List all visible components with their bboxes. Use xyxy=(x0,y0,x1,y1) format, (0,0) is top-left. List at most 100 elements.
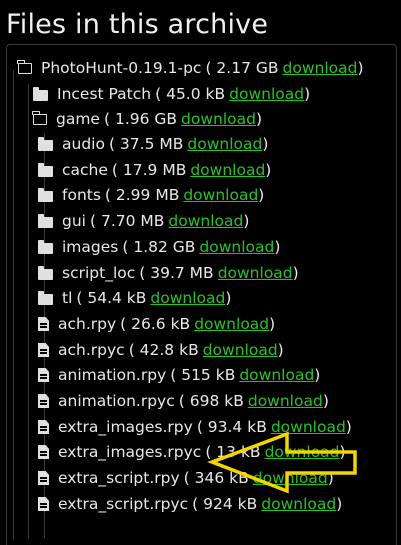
paren-close: ) xyxy=(357,59,364,77)
paren-close: ) xyxy=(262,135,269,153)
download-link[interactable]: download xyxy=(239,366,314,384)
download-link[interactable]: download xyxy=(271,418,346,436)
paren-close: ) xyxy=(243,212,250,230)
entry-name: fonts xyxy=(62,186,101,204)
download-link[interactable]: download xyxy=(265,443,340,461)
entry-name: extra_script.rpyc xyxy=(58,495,189,513)
tree-row-game-4: images( 1.82 GB download ) xyxy=(38,234,280,260)
entry-name: audio xyxy=(62,135,105,153)
download-link[interactable]: download xyxy=(283,59,358,77)
paren-close: ) xyxy=(258,186,265,204)
tree-row-game-1: cache( 17.9 MB download ) xyxy=(38,157,271,183)
entry-size: ( 42.8 kB xyxy=(128,341,199,359)
entry-size: ( 26.6 kB xyxy=(120,315,191,333)
tree-rail-level1 xyxy=(28,84,29,539)
paren-close: ) xyxy=(292,264,299,282)
entry-size: ( 39.7 MB xyxy=(139,264,214,282)
paren-close: ) xyxy=(265,161,272,179)
tree-row-game-14: extra_script.rpyc( 924 kB download ) xyxy=(38,491,342,517)
entry-size: ( 346 kB xyxy=(183,469,249,487)
tree-row-level1-0: Incest Patch( 45.0 kB download ) xyxy=(33,81,310,107)
folder-icon xyxy=(38,265,53,280)
folder-icon xyxy=(38,239,53,254)
paren-close: ) xyxy=(339,443,346,461)
entry-name: extra_images.rpy xyxy=(58,418,193,436)
entry-name: game xyxy=(56,110,100,128)
tree-row-game-10: animation.rpyc( 698 kB download ) xyxy=(38,388,329,414)
tree-row-game-2: fonts( 2.99 MB download ) xyxy=(38,182,264,208)
tree-row-game-0: audio( 37.5 MB download ) xyxy=(38,131,268,157)
entry-size: ( 7.70 MB xyxy=(89,212,165,230)
paren-close: ) xyxy=(336,495,343,513)
download-link[interactable]: download xyxy=(190,161,265,179)
tree-row-game-6: tl( 54.4 kB download ) xyxy=(38,285,231,311)
entry-size: ( 2.17 GB xyxy=(205,59,279,77)
tree-row-root: PhotoHunt-0.19.1-pc( 2.17 GB download ) xyxy=(17,55,364,81)
folder-icon xyxy=(38,162,53,177)
entry-size: ( 45.0 kB xyxy=(155,85,226,103)
folder-icon xyxy=(33,86,48,101)
tree-row-game-11: extra_images.rpy( 93.4 kB download ) xyxy=(38,414,352,440)
file-icon xyxy=(38,394,49,408)
download-link[interactable]: download xyxy=(203,341,278,359)
download-link[interactable]: download xyxy=(248,392,323,410)
download-link[interactable]: download xyxy=(199,238,274,256)
entry-name: script_loc xyxy=(62,264,136,282)
entry-name: animation.rpy xyxy=(58,366,167,384)
paren-close: ) xyxy=(314,366,321,384)
entry-size: ( 93.4 kB xyxy=(196,418,267,436)
tree-row-game-12: extra_images.rpyc( 13 kB download ) xyxy=(38,439,346,465)
entry-name: ach.rpy xyxy=(58,315,117,333)
folder-icon xyxy=(38,290,53,305)
download-link[interactable]: download xyxy=(253,469,328,487)
entry-name: ach.rpyc xyxy=(58,341,125,359)
entry-name: extra_images.rpyc xyxy=(58,443,202,461)
folder-icon xyxy=(38,136,53,151)
paren-close: ) xyxy=(269,315,276,333)
tree-row-game-8: ach.rpyc( 42.8 kB download ) xyxy=(38,337,284,363)
entry-size: ( 1.96 GB xyxy=(103,110,178,128)
folder-open-icon xyxy=(17,59,32,74)
entry-size: ( 2.99 MB xyxy=(104,186,180,204)
folder-open-icon xyxy=(32,110,47,125)
entry-name: tl xyxy=(62,289,73,307)
download-link[interactable]: download xyxy=(183,186,258,204)
tree-row-game-7: ach.rpy( 26.6 kB download ) xyxy=(38,311,275,337)
download-link[interactable]: download xyxy=(229,85,304,103)
paren-close: ) xyxy=(327,469,334,487)
folder-icon xyxy=(38,213,53,228)
paren-close: ) xyxy=(322,392,329,410)
entry-name: extra_script.rpy xyxy=(58,469,180,487)
tree-row-game-3: gui( 7.70 MB download ) xyxy=(38,208,249,234)
entry-size: ( 1.82 GB xyxy=(122,238,196,256)
download-link[interactable]: download xyxy=(187,135,262,153)
tree-row-game-9: animation.rpy( 515 kB download ) xyxy=(38,362,320,388)
download-link[interactable]: download xyxy=(194,315,269,333)
tree-row-game-13: extra_script.rpy( 346 kB download ) xyxy=(38,465,334,491)
entry-size: ( 698 kB xyxy=(178,392,244,410)
folder-icon xyxy=(38,187,53,202)
tree-row-game-5: script_loc( 39.7 MB download ) xyxy=(38,260,299,286)
entry-size: ( 37.5 MB xyxy=(108,135,184,153)
file-icon xyxy=(38,317,49,331)
download-link[interactable]: download xyxy=(150,289,225,307)
paren-close: ) xyxy=(225,289,232,307)
entry-name: PhotoHunt-0.19.1-pc xyxy=(41,59,202,77)
entry-size: ( 54.4 kB xyxy=(76,289,147,307)
entry-size: ( 515 kB xyxy=(170,366,236,384)
paren-close: ) xyxy=(345,418,352,436)
paren-close: ) xyxy=(304,85,311,103)
download-link[interactable]: download xyxy=(261,495,336,513)
file-icon xyxy=(38,368,49,382)
tree-rail-root xyxy=(13,70,14,540)
download-link[interactable]: download xyxy=(181,110,256,128)
entry-size: ( 924 kB xyxy=(192,495,258,513)
file-icon xyxy=(38,445,49,459)
entry-name: animation.rpyc xyxy=(58,392,175,410)
paren-close: ) xyxy=(274,238,281,256)
page-title: Files in this archive xyxy=(6,9,269,40)
paren-close: ) xyxy=(256,110,263,128)
entry-name: images xyxy=(62,238,119,256)
download-link[interactable]: download xyxy=(218,264,293,282)
download-link[interactable]: download xyxy=(168,212,243,230)
